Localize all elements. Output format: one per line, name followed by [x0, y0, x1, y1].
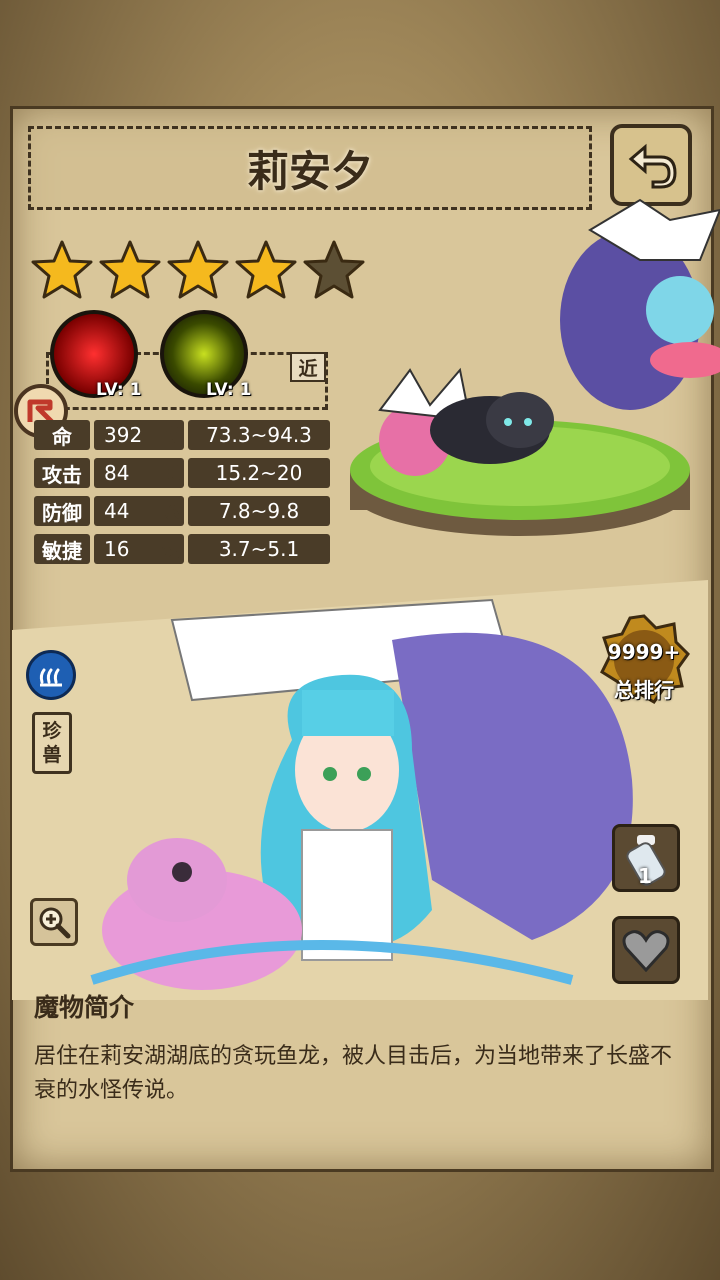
skill-2-level: LV: 1: [206, 380, 252, 400]
ranking-value: 9999+: [607, 640, 681, 664]
rarity-char: 珍: [42, 720, 62, 742]
description-heading: 魔物简介: [34, 993, 135, 1022]
star-rating: [30, 238, 366, 302]
stat-growth-range: 7.8~9.8: [188, 496, 330, 526]
monster-sprite: [350, 198, 720, 536]
stat-label: 防御: [34, 496, 90, 526]
zoom-button[interactable]: [30, 898, 78, 946]
stat-growth-range: 15.2~20: [188, 458, 330, 488]
star-filled-icon: [167, 240, 229, 299]
growth-char: 长: [162, 464, 180, 485]
star-filled-icon: [31, 240, 93, 299]
rarity-badge: 珍 兽: [32, 712, 72, 774]
growth-char: 成: [162, 426, 180, 447]
star-filled-icon: [99, 240, 161, 299]
stat-label: 命: [34, 420, 90, 450]
growth-char: 系: [162, 502, 180, 523]
magnifier-icon: [39, 907, 71, 939]
star-filled-icon: [235, 240, 297, 299]
growth-char: 数: [162, 540, 180, 561]
stat-label: 敏捷: [34, 534, 90, 564]
favorite-button[interactable]: [612, 916, 680, 984]
heart-icon: [622, 930, 670, 972]
description-text: 居住在莉安湖湖底的贪玩鱼龙，被人目击后，为当地带来了长盛不衰的水怪传说。: [34, 1044, 673, 1103]
wave-icon: [39, 668, 62, 687]
stat-label: 攻击: [34, 458, 90, 488]
ranking-label[interactable]: 总排行: [598, 674, 690, 703]
rarity-char: 兽: [42, 744, 62, 766]
water-element-icon[interactable]: [26, 650, 76, 700]
bottle-count: 1: [638, 864, 652, 888]
melee-range-badge: 近: [290, 352, 326, 382]
stat-growth-range: 3.7~5.1: [188, 534, 330, 564]
skill-1-level: LV: 1: [96, 380, 142, 400]
stat-growth-range: 73.3~94.3: [188, 420, 330, 450]
